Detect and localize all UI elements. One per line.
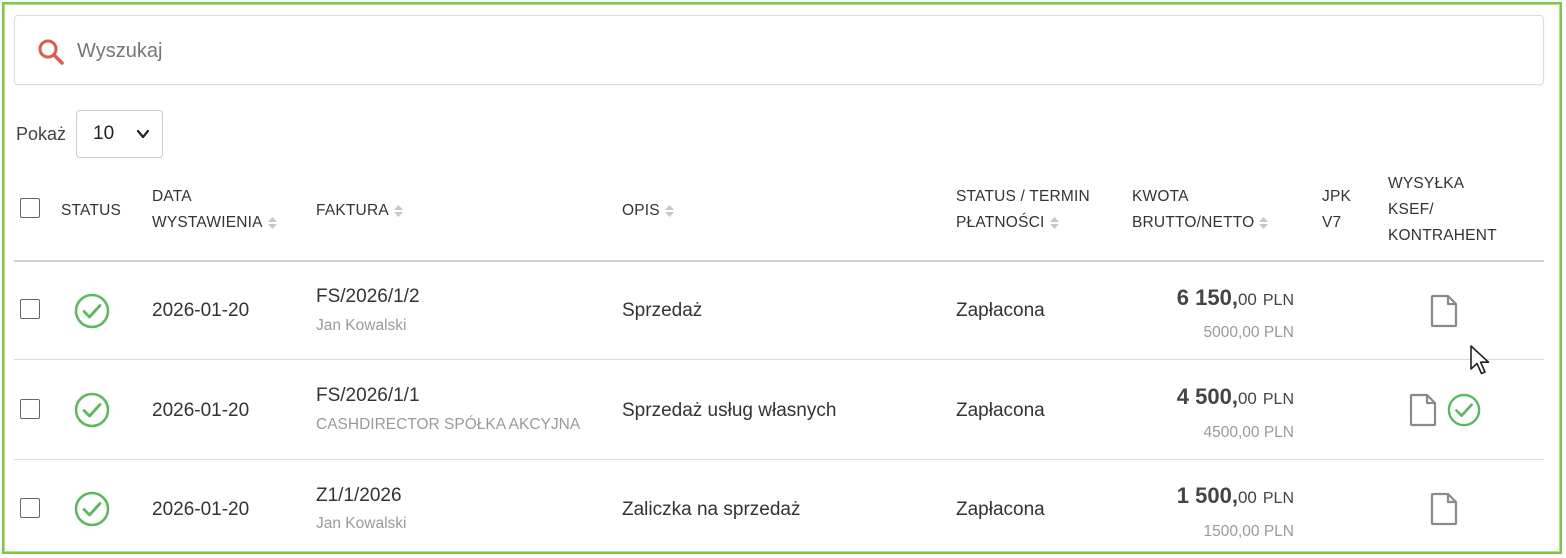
invoice-description: Sprzedaż — [622, 300, 703, 321]
page-size-label: Pokaż — [16, 124, 67, 144]
client-name: CASHDIRECTOR SPÓŁKA AKCYJNA — [316, 416, 581, 433]
col-ksef: WYSYŁKA KSEF/ KONTRAHENT — [1388, 175, 1497, 244]
invoice-date: 2026-01-20 — [152, 499, 250, 520]
col-invoice[interactable]: FAKTURA — [316, 198, 404, 224]
row-divider — [14, 359, 1544, 360]
check-circle-icon — [74, 392, 110, 428]
payment-status: Zapłacona — [956, 300, 1045, 321]
sort-icon — [664, 204, 674, 217]
invoice-number[interactable]: FS/2026/1/2 — [316, 286, 420, 308]
net-amount: 4500,00 PLN — [1203, 424, 1295, 441]
col-amount[interactable]: KWOTA BRUTTO/NETTO — [1132, 184, 1269, 236]
sort-icon — [393, 204, 403, 217]
ksef-sent-check-icon — [1447, 393, 1481, 427]
invoice-number[interactable]: FS/2026/1/1 — [316, 385, 420, 407]
document-icon[interactable] — [1430, 294, 1458, 328]
document-icon[interactable] — [1430, 492, 1458, 526]
row-checkbox[interactable] — [20, 498, 40, 518]
row-checkbox[interactable] — [20, 399, 40, 419]
gross-amount: 6 150,00 PLN — [1176, 285, 1294, 310]
sort-icon — [1259, 216, 1269, 229]
net-amount: 5000,00 PLN — [1203, 324, 1295, 341]
search-input[interactable] — [77, 34, 1517, 68]
row-divider — [14, 459, 1544, 460]
document-icon[interactable] — [1409, 393, 1437, 427]
invoice-number[interactable]: Z1/1/2026 — [316, 485, 402, 507]
search-box[interactable] — [14, 15, 1544, 85]
net-amount: 1500,00 PLN — [1203, 523, 1295, 540]
check-circle-icon — [74, 293, 110, 329]
gross-amount: 1 500,00 PLN — [1176, 483, 1294, 508]
col-payment-status[interactable]: STATUS / TERMIN PŁATNOŚCI — [956, 184, 1090, 236]
sort-icon — [267, 216, 277, 229]
client-name: Jan Kowalski — [316, 317, 407, 334]
invoice-description: Sprzedaż usług własnych — [622, 400, 837, 421]
check-circle-icon — [74, 491, 110, 527]
search-icon — [38, 39, 64, 65]
select-all-checkbox[interactable] — [20, 198, 40, 218]
gross-amount: 4 500,00 PLN — [1176, 384, 1294, 409]
row-checkbox[interactable] — [20, 299, 40, 319]
sort-icon — [1049, 216, 1059, 229]
chevron-down-icon — [136, 129, 150, 139]
col-date[interactable]: DATA WYSTAWIENIA — [152, 184, 278, 236]
invoice-date: 2026-01-20 — [152, 400, 250, 421]
invoice-description: Zaliczka na sprzedaż — [622, 499, 801, 520]
mouse-pointer-icon — [1470, 345, 1490, 375]
header-divider — [14, 260, 1544, 262]
page-size-select[interactable]: 10 — [76, 110, 163, 158]
client-name: Jan Kowalski — [316, 515, 407, 532]
payment-status: Zapłacona — [956, 400, 1045, 421]
invoice-date: 2026-01-20 — [152, 300, 250, 321]
col-jpk: JPK V7 — [1322, 188, 1352, 231]
col-description[interactable]: OPIS — [622, 198, 675, 224]
col-status: STATUS — [61, 202, 122, 219]
payment-status: Zapłacona — [956, 499, 1045, 520]
page-size-value: 10 — [93, 123, 115, 144]
